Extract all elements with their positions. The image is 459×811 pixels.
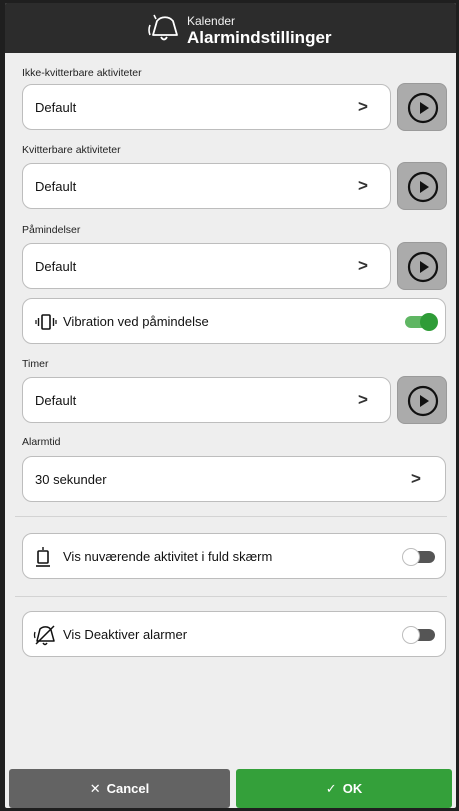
ok-button[interactable]: ✓ OK [236, 769, 452, 808]
cancel-button[interactable]: ✕ Cancel [9, 769, 230, 808]
disable-alarms-toggle-row[interactable]: Vis Deaktiver alarmer [22, 611, 446, 657]
vibration-switch[interactable] [405, 313, 438, 331]
vibration-label: Vibration ved påmindelse [63, 314, 209, 329]
disable-alarms-switch[interactable] [402, 626, 435, 644]
play-button-reminders[interactable] [397, 242, 447, 290]
fullscreen-switch[interactable] [402, 548, 435, 566]
reminders-select[interactable]: Default > [22, 243, 391, 289]
close-icon: ✕ [89, 781, 101, 796]
footer-bar: ✕ Cancel ✓ OK [5, 765, 456, 808]
play-icon [407, 385, 439, 417]
app-frame: Kalender Alarmindstillinger Ikke-kvitter… [5, 3, 456, 808]
ack-value: Default [35, 179, 77, 194]
vibration-toggle-row[interactable]: Vibration ved påmindelse [22, 298, 446, 344]
vibration-icon [35, 313, 57, 336]
bell-ringing-icon [147, 13, 181, 50]
reminders-value: Default [35, 259, 77, 274]
chevron-right-icon: > [358, 390, 368, 409]
alarm-time-value: 30 sekunder [35, 472, 107, 487]
ok-label: OK [342, 781, 363, 796]
header-bar: Kalender Alarmindstillinger [5, 3, 456, 53]
alarm-time-label: Alarmtid [22, 436, 61, 448]
non-ack-select[interactable]: Default > [22, 84, 391, 130]
bell-off-icon [33, 623, 57, 652]
check-icon: ✓ [325, 781, 337, 796]
chevron-right-icon: > [358, 256, 368, 275]
page-title: Alarmindstillinger [187, 28, 332, 47]
disable-alarms-label: Vis Deaktiver alarmer [63, 627, 188, 642]
play-button-timer[interactable] [397, 376, 447, 424]
header-subtitle: Kalender [187, 14, 236, 28]
alarm-time-select[interactable]: 30 sekunder > [22, 456, 446, 502]
divider [15, 516, 447, 517]
chevron-right-icon: > [358, 97, 368, 116]
cancel-label: Cancel [106, 781, 150, 796]
play-icon [407, 171, 439, 203]
non-ack-label: Ikke-kvitterbare aktiviteter [22, 67, 142, 79]
chevron-right-icon: > [358, 176, 368, 195]
play-icon [407, 92, 439, 124]
reminders-label: Påmindelser [22, 224, 81, 236]
fullscreen-toggle-row[interactable]: Vis nuværende aktivitet i fuld skærm [22, 533, 446, 579]
timer-value: Default [35, 393, 77, 408]
ack-select[interactable]: Default > [22, 163, 391, 209]
play-button-ack[interactable] [397, 162, 447, 210]
timer-select[interactable]: Default > [22, 377, 391, 423]
phone-fullscreen-icon [36, 546, 50, 573]
ack-label: Kvitterbare aktiviteter [22, 144, 121, 156]
non-ack-value: Default [35, 100, 77, 115]
play-button-non-ack[interactable] [397, 83, 447, 131]
play-icon [407, 251, 439, 283]
fullscreen-label: Vis nuværende aktivitet i fuld skærm [63, 549, 273, 564]
timer-label: Timer [22, 358, 49, 370]
chevron-right-icon: > [411, 469, 421, 488]
divider [15, 596, 447, 597]
